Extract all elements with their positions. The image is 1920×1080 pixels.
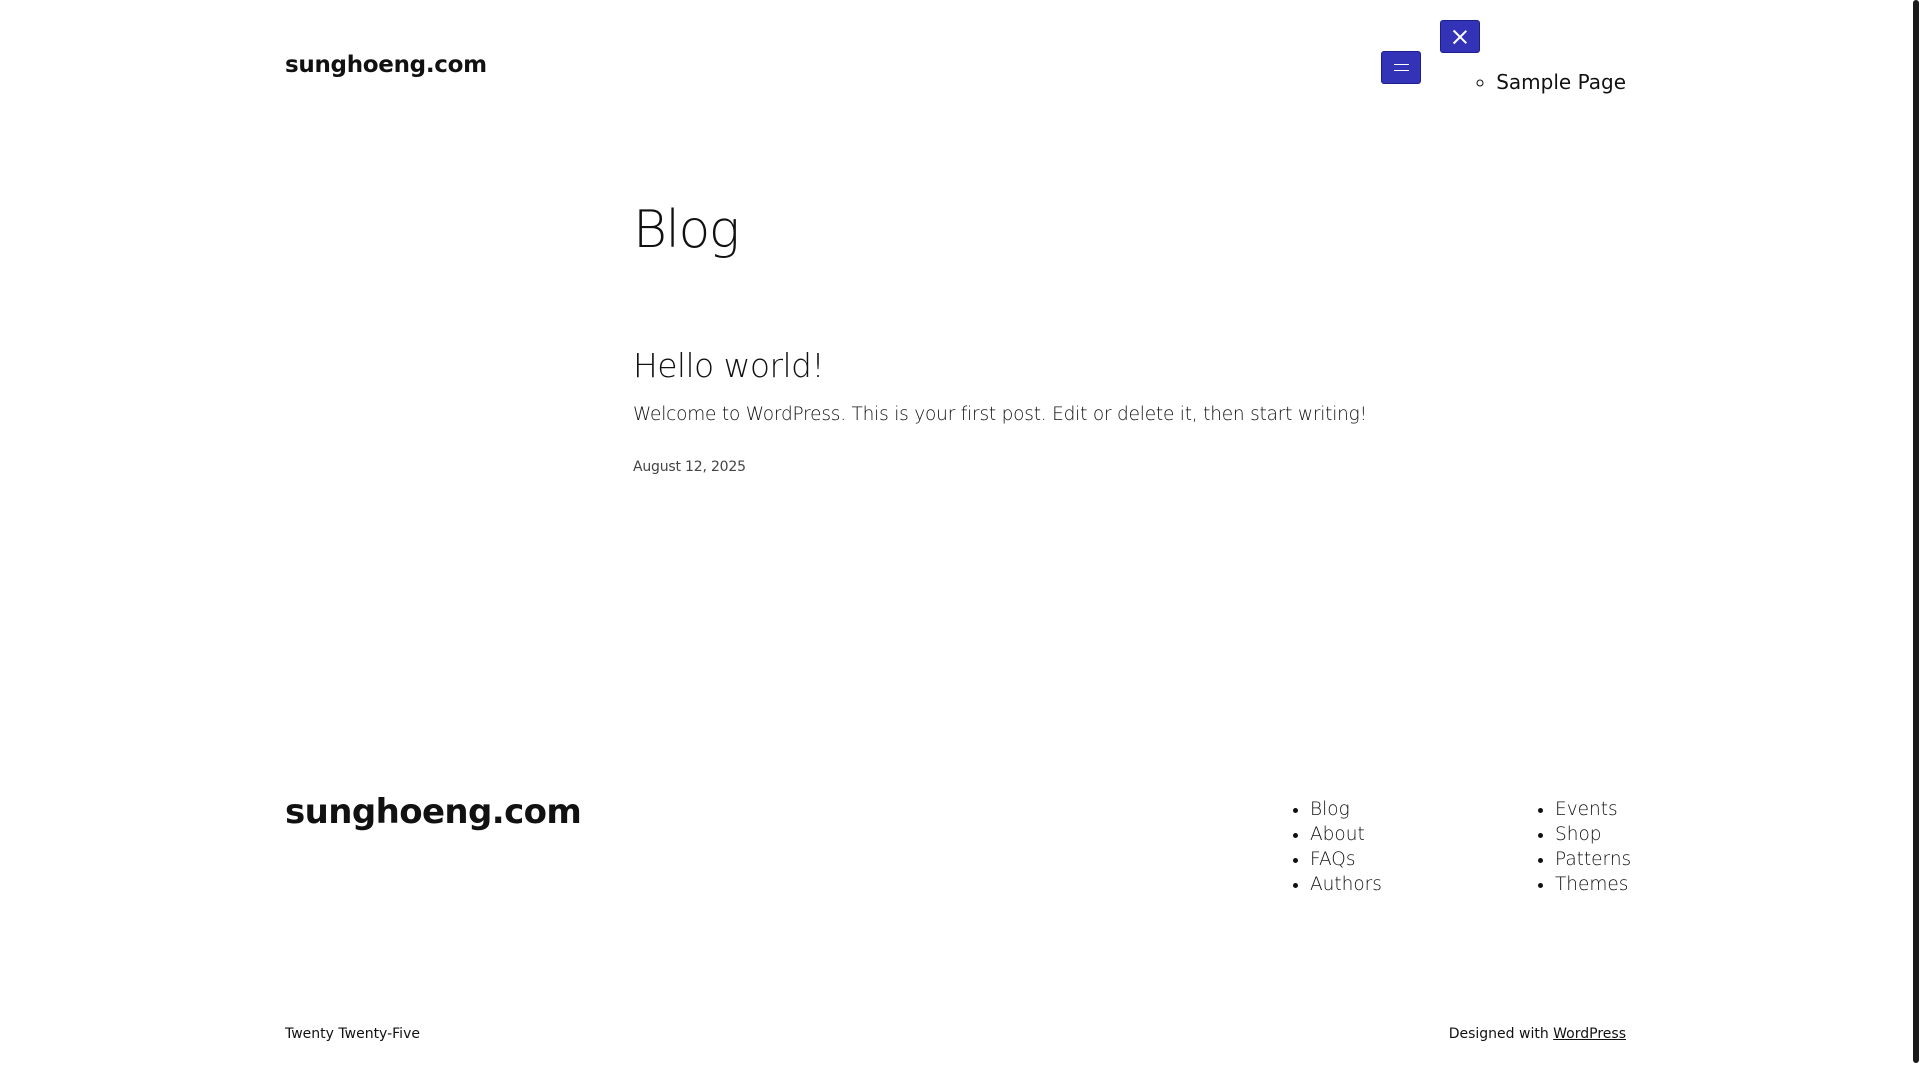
close-menu-button[interactable]	[1440, 20, 1480, 53]
footer-link-themes[interactable]: Themes	[1555, 874, 1628, 895]
hamburger-icon	[1393, 64, 1409, 71]
footer-link-shop[interactable]: Shop	[1555, 824, 1602, 845]
footer-nav-item: Themes	[1555, 872, 1631, 897]
nav-link-sample-page[interactable]: Sample Page	[1496, 70, 1626, 94]
footer-site-title-link[interactable]: sunghoeng.com	[285, 792, 582, 832]
post-excerpt: Welcome to WordPress. This is your first…	[633, 404, 1367, 425]
footer-link-authors[interactable]: Authors	[1310, 874, 1382, 895]
footer-link-blog[interactable]: Blog	[1310, 799, 1350, 820]
footer-nav-item: About	[1310, 822, 1382, 847]
post-date-link[interactable]: August 12, 2025	[633, 459, 746, 475]
header-nav-item: Sample Page	[1496, 70, 1626, 94]
post-title-link[interactable]: Hello world!	[633, 346, 825, 385]
footer-nav-list-1: Blog About FAQs Authors	[1310, 797, 1382, 897]
footer-link-faqs[interactable]: FAQs	[1310, 849, 1355, 870]
header-nav-list: Sample Page	[1496, 70, 1626, 94]
footer-nav-item: Events	[1555, 797, 1631, 822]
footer-nav-item: Authors	[1310, 872, 1382, 897]
header-navigation: Sample Page	[1496, 70, 1626, 94]
page: sunghoeng.com Sample Page Blog Hello wor…	[0, 0, 1912, 1080]
footer-nav-item: Shop	[1555, 822, 1631, 847]
close-icon	[1452, 29, 1468, 45]
footer-link-events[interactable]: Events	[1555, 799, 1618, 820]
site-title-link[interactable]: sunghoeng.com	[285, 52, 487, 78]
theme-credit-link[interactable]: Twenty Twenty-Five	[285, 1026, 420, 1042]
theme-credit: Twenty Twenty-Five	[285, 1026, 420, 1042]
scrollbar-thumb[interactable]	[1913, 0, 1919, 1063]
designed-with-text: Designed with	[1448, 1026, 1554, 1042]
wordpress-link[interactable]: WordPress	[1553, 1026, 1626, 1042]
footer-nav-list-2: Events Shop Patterns Themes	[1555, 797, 1631, 897]
open-menu-button[interactable]	[1381, 51, 1421, 84]
footer-link-about[interactable]: About	[1310, 824, 1365, 845]
footer-navigation-primary: Blog About FAQs Authors	[1310, 797, 1382, 897]
page-title: Blog	[633, 200, 740, 260]
footer-navigation-secondary: Events Shop Patterns Themes	[1555, 797, 1631, 897]
page-scrollbar[interactable]	[1912, 0, 1920, 1080]
footer-nav-item: Blog	[1310, 797, 1382, 822]
footer-nav-item: Patterns	[1555, 847, 1631, 872]
footer-link-patterns[interactable]: Patterns	[1555, 849, 1631, 870]
designed-with-credit: Designed with WordPress	[1449, 1026, 1626, 1042]
footer-nav-item: FAQs	[1310, 847, 1382, 872]
